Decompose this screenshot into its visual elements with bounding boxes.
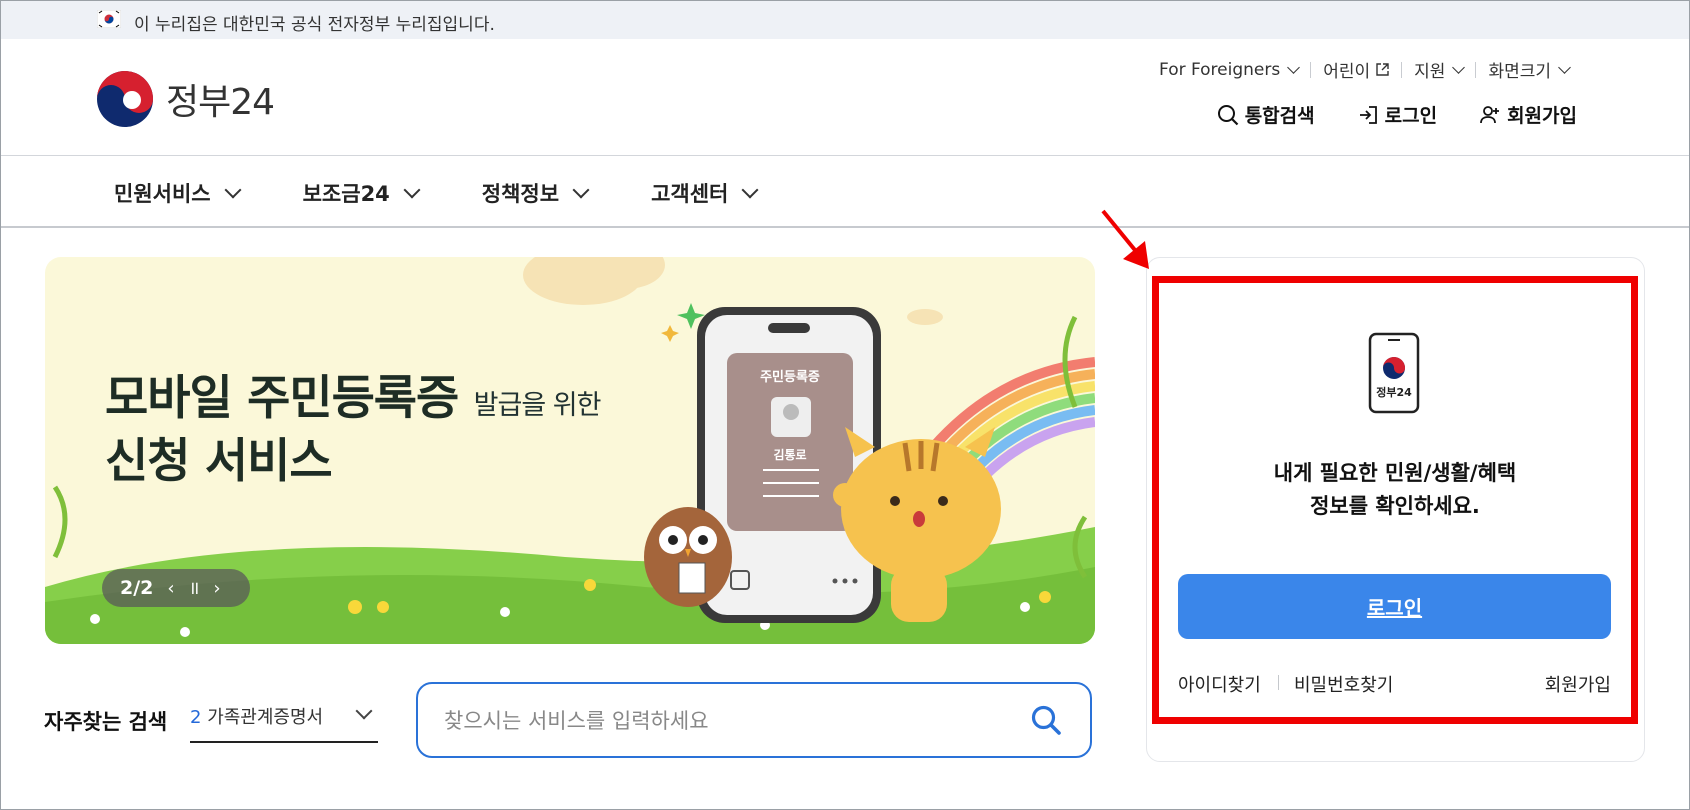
for-foreigners-label: For Foreigners <box>1159 59 1281 80</box>
official-site-text: 이 누리집은 대한민국 공식 전자정부 누리집입니다. <box>134 15 495 35</box>
chevron-down-icon <box>403 181 421 199</box>
support-menu[interactable]: 지원 <box>1414 57 1466 82</box>
nav-subsidy24[interactable]: 보조금24 <box>302 178 421 208</box>
login-message-line1: 내게 필요한 민원/생활/혜택 <box>1273 461 1517 485</box>
integrated-search-button[interactable]: 통합검색 <box>1217 101 1315 128</box>
browser-frame: 이 누리집은 대한민국 공식 전자정부 누리집입니다. 정부24 For For… <box>0 0 1690 810</box>
kids-link[interactable]: 어린이 <box>1323 57 1389 82</box>
taegeuk-logo-icon <box>97 71 153 127</box>
find-password-link[interactable]: 비밀번호찾기 <box>1294 671 1393 697</box>
login-message-line2: 정보를 확인하세요. <box>1310 494 1480 518</box>
slide-counter: 2/2 <box>120 577 154 599</box>
search-icon <box>1217 104 1238 125</box>
frequent-search-item: 가족관계증명서 <box>207 707 324 728</box>
hero-banner[interactable]: 모바일 주민등록증 발급을 위한 신청 서비스 주민등록증 김통로 2/2 ‹ … <box>45 257 1095 644</box>
header-signup-button[interactable]: 회원가입 <box>1479 101 1577 128</box>
signup-link[interactable]: 회원가입 <box>1545 671 1611 697</box>
divider <box>1401 61 1403 78</box>
for-foreigners-menu[interactable]: For Foreigners <box>1159 59 1301 80</box>
chevron-down-icon <box>1558 60 1571 74</box>
nav-policy-info[interactable]: 정책정보 <box>481 178 590 208</box>
id-card-name: 김통로 <box>773 447 806 462</box>
pause-slide-button[interactable]: ॥ <box>189 576 200 600</box>
nav-civil-services[interactable]: 민원서비스 <box>114 178 242 208</box>
login-button-label: 로그인 <box>1366 598 1423 620</box>
main-navigation: 민원서비스 보조금24 정책정보 고객센터 <box>1 156 1689 228</box>
integrated-search-label: 통합검색 <box>1244 105 1315 127</box>
nav-label: 민원서비스 <box>114 182 211 206</box>
utility-menu: For Foreigners 어린이 지원 화면크기 <box>1159 57 1571 82</box>
chevron-down-icon <box>741 181 759 199</box>
screen-size-menu[interactable]: 화면크기 <box>1488 57 1571 82</box>
header-signup-label: 회원가입 <box>1507 105 1577 127</box>
chevron-down-icon <box>224 181 242 199</box>
logo-text: 정부24 <box>166 82 275 123</box>
banner-pager: 2/2 ‹ ॥ › <box>102 569 250 607</box>
chevron-down-icon <box>355 702 373 720</box>
nav-label: 보조금24 <box>302 182 390 206</box>
mobile-id-icon-text: 정부24 <box>1376 385 1412 399</box>
login-icon <box>1359 105 1377 124</box>
prev-slide-button[interactable]: ‹ <box>167 578 174 599</box>
nav-label: 고객센터 <box>651 182 729 206</box>
user-add-icon <box>1480 105 1500 123</box>
nav-customer-center[interactable]: 고객센터 <box>651 178 759 208</box>
frequent-search-rank: 2 <box>190 707 202 728</box>
header-actions: 통합검색 로그인 회원가입 <box>1175 101 1577 128</box>
kids-label: 어린이 <box>1323 62 1371 82</box>
id-card-title: 주민등록증 <box>760 369 820 385</box>
gov24-logo[interactable]: 정부24 <box>96 70 275 128</box>
divider <box>1310 61 1312 78</box>
service-search-input[interactable] <box>442 702 1006 740</box>
official-site-banner: 이 누리집은 대한민국 공식 전자정부 누리집입니다. <box>1 1 1689 39</box>
screen-size-label: 화면크기 <box>1488 62 1551 82</box>
login-message: 내게 필요한 민원/생활/혜택 정보를 확인하세요. <box>1152 457 1638 523</box>
frequent-search-label: 자주찾는 검색 <box>44 710 168 734</box>
service-search-box <box>416 682 1092 758</box>
header-login-label: 로그인 <box>1384 105 1438 127</box>
divider <box>1475 61 1477 78</box>
find-id-link[interactable]: 아이디찾기 <box>1178 671 1261 697</box>
chevron-down-icon <box>1452 60 1466 74</box>
frequent-search-select[interactable]: 2 가족관계증명서 <box>190 702 378 743</box>
next-slide-button[interactable]: › <box>213 578 220 599</box>
chevron-down-icon <box>572 181 590 199</box>
login-button[interactable]: 로그인 <box>1178 574 1611 639</box>
mobile-id-icon: 정부24 <box>1368 332 1420 414</box>
korean-flag-icon <box>97 10 121 28</box>
chevron-down-icon <box>1287 60 1301 74</box>
red-arrow-annotation <box>1101 209 1149 269</box>
support-label: 지원 <box>1414 62 1446 82</box>
divider <box>1278 675 1279 690</box>
search-icon[interactable] <box>1030 704 1062 736</box>
external-link-icon <box>1376 63 1389 76</box>
header-login-button[interactable]: 로그인 <box>1357 101 1437 128</box>
site-header: 정부24 For Foreigners 어린이 지원 화면크기 통합검색 로그인… <box>1 39 1689 156</box>
nav-label: 정책정보 <box>481 182 560 206</box>
